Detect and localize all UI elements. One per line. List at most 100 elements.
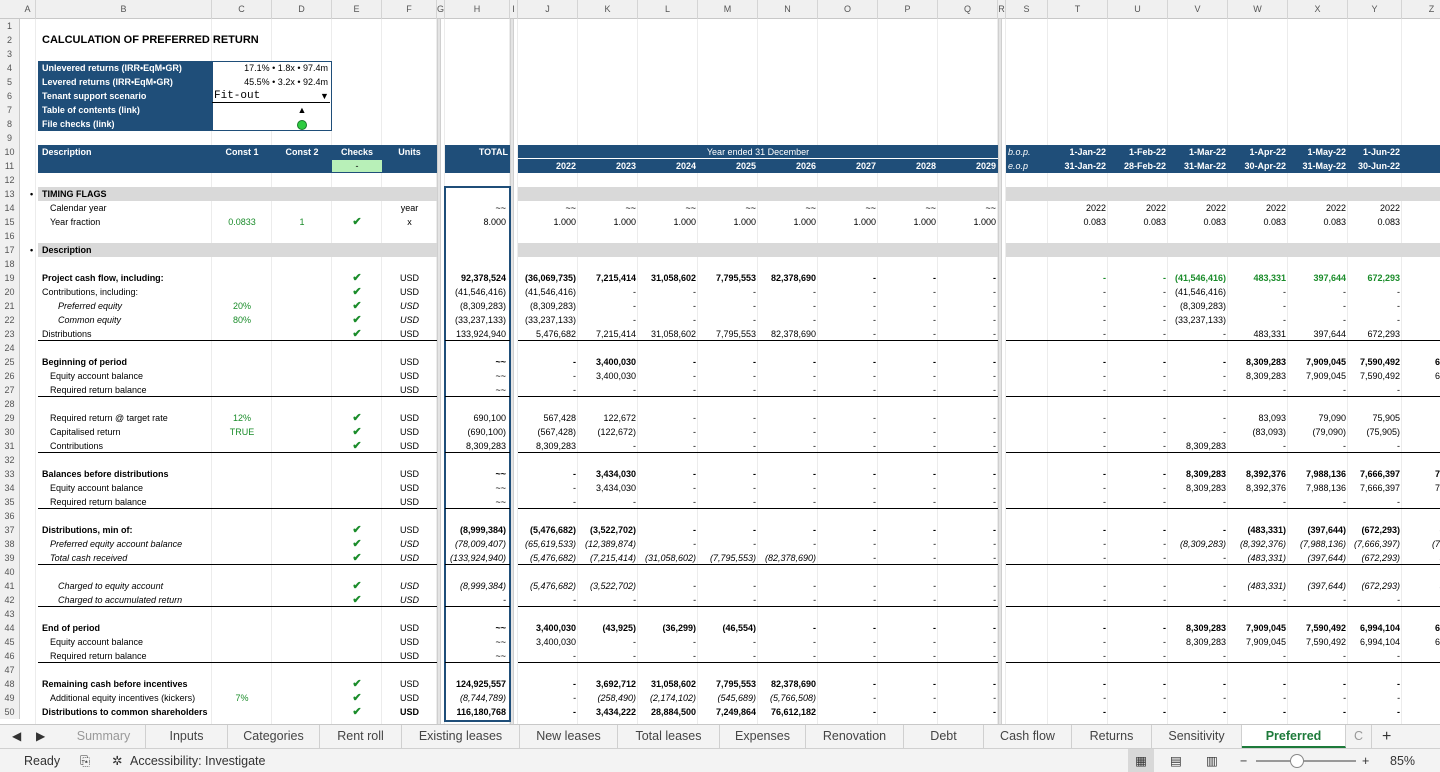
month-value[interactable]: - bbox=[1108, 425, 1168, 439]
month-value[interactable]: 8,309,283 bbox=[1168, 439, 1228, 453]
month-value[interactable]: - bbox=[1108, 551, 1168, 565]
year-value[interactable]: - bbox=[698, 285, 758, 299]
year-value[interactable]: (12,389,874) bbox=[578, 537, 638, 551]
month-value[interactable]: - bbox=[1168, 425, 1228, 439]
month-value[interactable]: 2022 bbox=[1168, 201, 1228, 215]
year-value[interactable]: - bbox=[758, 635, 818, 649]
year-value[interactable]: 3,434,030 bbox=[578, 467, 638, 481]
month-value[interactable]: - bbox=[1048, 677, 1108, 691]
year-value[interactable]: - bbox=[818, 551, 878, 565]
year-value[interactable]: (65,619,533) bbox=[518, 537, 578, 551]
tab-c[interactable]: C bbox=[1346, 725, 1372, 748]
row-header-14[interactable]: 14 bbox=[0, 201, 20, 215]
row-header-29[interactable]: 29 bbox=[0, 411, 20, 425]
year-value[interactable]: 28,884,500 bbox=[638, 705, 698, 719]
month-value[interactable]: - bbox=[1048, 705, 1108, 719]
year-value[interactable]: - bbox=[938, 495, 998, 509]
month-value[interactable]: - bbox=[1048, 537, 1108, 551]
total-value[interactable]: ~~ bbox=[445, 355, 508, 369]
year-value[interactable]: - bbox=[638, 285, 698, 299]
total-value[interactable]: 92,378,524 bbox=[445, 271, 508, 285]
year-value[interactable]: - bbox=[878, 537, 938, 551]
accessibility-status[interactable]: Accessibility: Investigate bbox=[130, 749, 265, 772]
row-header-27[interactable]: 27 bbox=[0, 383, 20, 397]
row-header-24[interactable]: 24 bbox=[0, 341, 20, 355]
month-value[interactable]: - bbox=[1048, 523, 1108, 537]
year-value[interactable]: - bbox=[878, 523, 938, 537]
total-value[interactable]: (78,009,407) bbox=[445, 537, 508, 551]
year-value[interactable]: - bbox=[878, 383, 938, 397]
tab-rent-roll[interactable]: Rent roll bbox=[320, 725, 402, 748]
month-value[interactable]: - bbox=[1108, 495, 1168, 509]
total-value[interactable]: (8,744,789) bbox=[445, 691, 508, 705]
year-value[interactable]: (7,215,414) bbox=[578, 551, 638, 565]
month-value[interactable]: - bbox=[1228, 677, 1288, 691]
year-value[interactable]: - bbox=[578, 313, 638, 327]
row-header-44[interactable]: 44 bbox=[0, 621, 20, 635]
row-header-32[interactable]: 32 bbox=[0, 453, 20, 467]
month-value[interactable]: (8,309,283) bbox=[1168, 299, 1228, 313]
month-value[interactable]: (83,093) bbox=[1228, 425, 1288, 439]
year-value[interactable]: - bbox=[878, 271, 938, 285]
month-value[interactable]: - bbox=[1288, 649, 1348, 663]
total-value[interactable]: 690,100 bbox=[445, 411, 508, 425]
month-value[interactable]: - bbox=[1228, 383, 1288, 397]
const1-value[interactable]: TRUE bbox=[212, 425, 272, 439]
year-value[interactable]: - bbox=[578, 299, 638, 313]
prev-sheet-icon[interactable]: ◀ bbox=[12, 725, 21, 748]
column-header-n[interactable]: N bbox=[758, 0, 818, 19]
month-value[interactable]: - bbox=[1108, 537, 1168, 551]
row-header-34[interactable]: 34 bbox=[0, 481, 20, 495]
column-header-j[interactable]: J bbox=[518, 0, 578, 19]
year-value[interactable]: 1.000 bbox=[578, 215, 638, 229]
month-value[interactable]: 6,994,104 bbox=[1348, 621, 1402, 635]
month-value[interactable]: - bbox=[1048, 649, 1108, 663]
month-value[interactable]: 672,293 bbox=[1348, 327, 1402, 341]
month-value[interactable] bbox=[1402, 313, 1440, 327]
month-value[interactable]: 7,666,397 bbox=[1348, 481, 1402, 495]
year-value[interactable]: - bbox=[878, 327, 938, 341]
column-header-c[interactable]: C bbox=[212, 0, 272, 19]
year-value[interactable]: - bbox=[638, 537, 698, 551]
year-value[interactable]: - bbox=[698, 467, 758, 481]
row-header-42[interactable]: 42 bbox=[0, 593, 20, 607]
year-value[interactable]: 82,378,690 bbox=[758, 271, 818, 285]
year-value[interactable]: - bbox=[938, 523, 998, 537]
month-value[interactable]: (8,309,283) bbox=[1168, 537, 1228, 551]
year-value[interactable]: ~~ bbox=[878, 201, 938, 215]
year-value[interactable]: - bbox=[518, 355, 578, 369]
month-value[interactable]: - bbox=[1048, 285, 1108, 299]
year-value[interactable]: ~~ bbox=[698, 201, 758, 215]
year-value[interactable]: - bbox=[818, 467, 878, 481]
month-value[interactable]: - bbox=[1048, 635, 1108, 649]
month-value[interactable]: (41,546,416) bbox=[1168, 285, 1228, 299]
column-header-l[interactable]: L bbox=[638, 0, 698, 19]
year-value[interactable]: - bbox=[818, 299, 878, 313]
year-value[interactable]: - bbox=[878, 285, 938, 299]
month-value[interactable]: - bbox=[1048, 593, 1108, 607]
month-value[interactable]: 0 bbox=[1402, 215, 1440, 229]
row-header-16[interactable]: 16 bbox=[0, 229, 20, 243]
year-value[interactable]: - bbox=[938, 467, 998, 481]
accessibility-icon[interactable]: ✲ bbox=[112, 749, 122, 772]
year-value[interactable]: - bbox=[758, 355, 818, 369]
row-header-46[interactable]: 46 bbox=[0, 649, 20, 663]
month-value[interactable]: 2022 bbox=[1228, 201, 1288, 215]
year-value[interactable]: (31,058,602) bbox=[638, 551, 698, 565]
const1-value[interactable]: 0.0833 bbox=[212, 215, 272, 229]
total-value[interactable]: 116,180,768 bbox=[445, 705, 508, 719]
row-header-36[interactable]: 36 bbox=[0, 509, 20, 523]
month-value[interactable]: - bbox=[1048, 439, 1108, 453]
row-header-41[interactable]: 41 bbox=[0, 579, 20, 593]
month-value[interactable]: (69, bbox=[1402, 425, 1440, 439]
month-value[interactable]: - bbox=[1048, 327, 1108, 341]
const1-value[interactable]: 12% bbox=[212, 411, 272, 425]
month-value[interactable]: 7,064, bbox=[1402, 467, 1440, 481]
year-value[interactable]: (5,476,682) bbox=[518, 579, 578, 593]
year-value[interactable]: - bbox=[938, 579, 998, 593]
column-header-x[interactable]: X bbox=[1288, 0, 1348, 19]
month-value[interactable]: 79,090 bbox=[1288, 411, 1348, 425]
year-value[interactable]: - bbox=[818, 285, 878, 299]
year-value[interactable]: (5,476,682) bbox=[518, 551, 578, 565]
month-value[interactable]: 7,909,045 bbox=[1288, 355, 1348, 369]
